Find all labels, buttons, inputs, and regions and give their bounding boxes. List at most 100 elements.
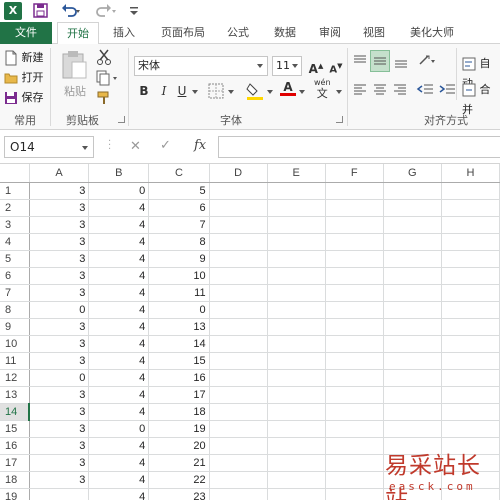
cell-empty[interactable] (267, 437, 326, 455)
cell-a[interactable]: 3 (29, 420, 90, 438)
cell-empty[interactable] (209, 403, 268, 421)
cell-b[interactable]: 4 (88, 267, 150, 285)
column-header-e[interactable]: E (267, 164, 326, 183)
cancel-icon[interactable]: ✕ (130, 139, 141, 154)
cell-empty[interactable] (267, 318, 326, 336)
cell-c[interactable]: 14 (148, 335, 210, 353)
cell-empty[interactable] (325, 182, 384, 200)
cell-a[interactable]: 3 (29, 352, 90, 370)
paste-button[interactable]: 粘贴 (58, 48, 92, 104)
cell-empty[interactable] (441, 216, 500, 234)
cell-empty[interactable] (383, 182, 442, 200)
cell-empty[interactable] (209, 420, 268, 438)
save-button[interactable]: 保存 (4, 88, 44, 108)
row-header[interactable]: 1 (0, 182, 30, 200)
cell-b[interactable]: 4 (88, 318, 150, 336)
cell-b[interactable]: 4 (88, 369, 150, 387)
cell-empty[interactable] (209, 437, 268, 455)
cell-empty[interactable] (267, 403, 326, 421)
shrink-font-button[interactable]: A▼ (328, 57, 344, 75)
cell-empty[interactable] (209, 488, 268, 500)
cell-empty[interactable] (383, 352, 442, 370)
cell-c[interactable]: 0 (148, 301, 210, 319)
column-header-d[interactable]: D (209, 164, 268, 183)
new-button[interactable]: 新建 (4, 48, 44, 68)
font-name-select[interactable]: 宋体 (134, 56, 268, 76)
decrease-indent-icon[interactable] (416, 82, 434, 98)
cell-b[interactable]: 4 (88, 437, 150, 455)
cell-empty[interactable] (325, 488, 384, 500)
align-left-icon[interactable] (352, 82, 368, 98)
cell-empty[interactable] (441, 318, 500, 336)
cell-a[interactable]: 3 (29, 454, 90, 472)
row-header[interactable]: 15 (0, 420, 30, 438)
tab-file[interactable]: 文件 (0, 22, 52, 44)
cell-empty[interactable] (383, 250, 442, 268)
font-launcher-icon[interactable] (336, 116, 343, 123)
row-header[interactable]: 14 (0, 403, 31, 421)
orientation-icon[interactable] (418, 52, 436, 68)
chevron-down-icon[interactable] (299, 90, 305, 94)
cell-c[interactable]: 9 (148, 250, 210, 268)
cell-empty[interactable] (267, 454, 326, 472)
cell-empty[interactable] (325, 454, 384, 472)
open-button[interactable]: 打开 (4, 68, 44, 88)
cell-empty[interactable] (209, 267, 268, 285)
cell-empty[interactable] (325, 352, 384, 370)
cell-empty[interactable] (325, 267, 384, 285)
fill-color-icon[interactable] (246, 81, 264, 101)
cell-empty[interactable] (325, 437, 384, 455)
cell-empty[interactable] (383, 335, 442, 353)
cell-empty[interactable] (325, 284, 384, 302)
cell-empty[interactable] (383, 318, 442, 336)
column-header-f[interactable]: F (325, 164, 384, 183)
cell-a[interactable]: 3 (29, 199, 90, 217)
cell-empty[interactable] (383, 216, 442, 234)
cell-a[interactable]: 0 (29, 369, 90, 387)
cell-empty[interactable] (325, 420, 384, 438)
row-header[interactable]: 7 (0, 284, 30, 302)
cell-empty[interactable] (383, 233, 442, 251)
cell-c[interactable]: 11 (148, 284, 210, 302)
cell-a[interactable]: 3 (29, 216, 90, 234)
column-header-a[interactable]: A (29, 164, 90, 183)
cell-c[interactable]: 18 (148, 403, 210, 421)
cell-c[interactable]: 22 (148, 471, 210, 489)
cell-empty[interactable] (383, 199, 442, 217)
cell-empty[interactable] (325, 301, 384, 319)
cell-empty[interactable] (267, 352, 326, 370)
cell-empty[interactable] (267, 301, 326, 319)
cell-empty[interactable] (383, 267, 442, 285)
cell-b[interactable]: 4 (88, 454, 150, 472)
cell-empty[interactable] (441, 267, 500, 285)
select-all-corner[interactable] (0, 164, 30, 183)
name-box[interactable]: O14 (4, 136, 94, 158)
cell-c[interactable]: 6 (148, 199, 210, 217)
cell-empty[interactable] (383, 284, 442, 302)
tab-page-layout[interactable]: 页面布局 (152, 22, 214, 44)
row-header[interactable]: 11 (0, 352, 30, 370)
row-header[interactable]: 2 (0, 199, 30, 217)
row-header[interactable]: 6 (0, 267, 30, 285)
cell-empty[interactable] (325, 471, 384, 489)
cell-a[interactable]: 3 (29, 437, 90, 455)
font-size-select[interactable]: 11 (272, 56, 302, 76)
customize-toolbar-icon[interactable] (128, 2, 140, 20)
cell-empty[interactable] (441, 352, 500, 370)
cell-c[interactable]: 23 (148, 488, 210, 500)
cell-c[interactable]: 13 (148, 318, 210, 336)
cell-empty[interactable] (325, 233, 384, 251)
undo-icon[interactable] (60, 2, 82, 20)
cell-empty[interactable] (441, 369, 500, 387)
cell-b[interactable]: 0 (88, 420, 150, 438)
font-color-button[interactable]: A (280, 80, 296, 96)
cell-empty[interactable] (325, 369, 384, 387)
cell-empty[interactable] (267, 369, 326, 387)
merge-center-button[interactable]: 合并 (462, 80, 500, 116)
enter-icon[interactable]: ✓ (160, 138, 171, 153)
row-header[interactable]: 9 (0, 318, 30, 336)
cell-empty[interactable] (325, 318, 384, 336)
cell-empty[interactable] (267, 267, 326, 285)
grow-font-button[interactable]: A▲ (308, 57, 324, 76)
cell-empty[interactable] (209, 318, 268, 336)
